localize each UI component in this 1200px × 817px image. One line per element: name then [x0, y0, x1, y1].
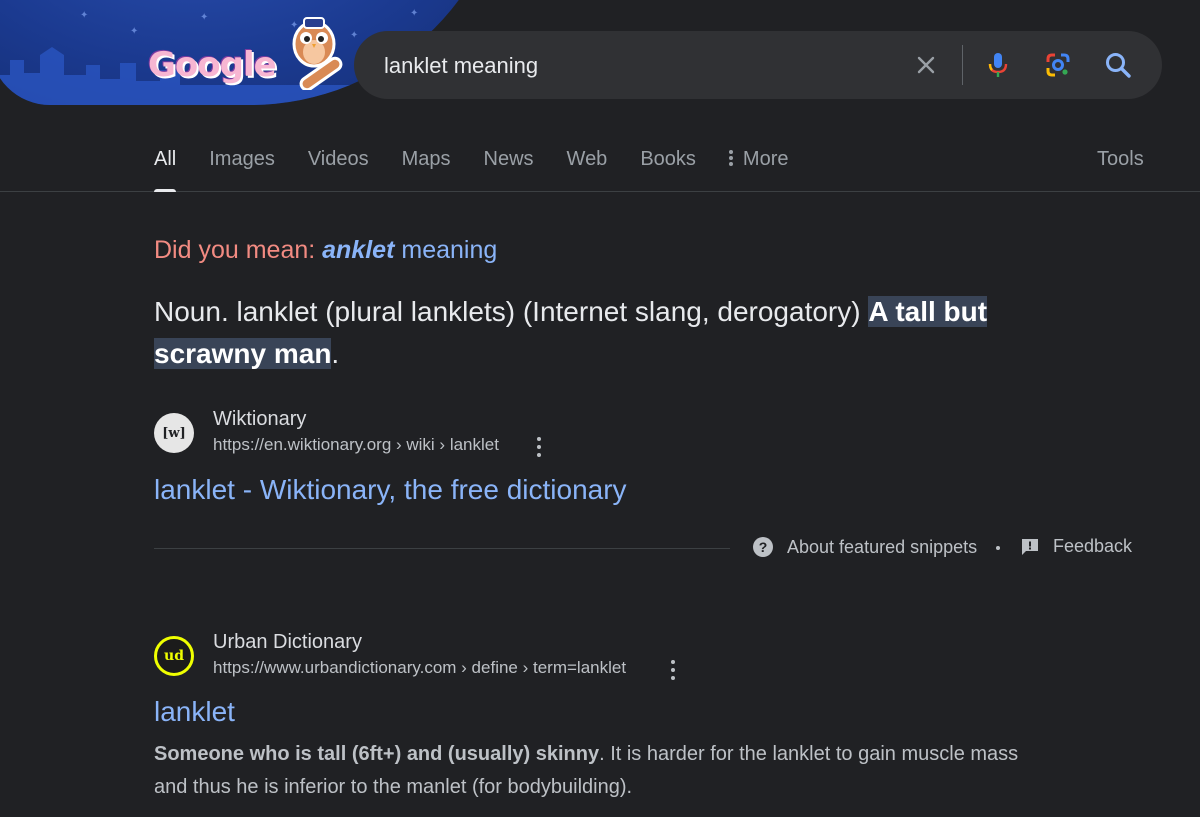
tab-more[interactable]: More — [728, 140, 789, 192]
did-you-mean-label: Did you mean: — [154, 236, 316, 264]
search-divider — [962, 45, 963, 85]
tab-label: Maps — [401, 148, 451, 170]
tab-all[interactable]: All — [154, 140, 177, 192]
close-icon[interactable] — [912, 51, 940, 79]
google-doodle-logo[interactable]: Google — [148, 17, 343, 90]
search-icon[interactable] — [1104, 51, 1132, 79]
featured-snippet-text: Noun. lanklet (plural lanklets) (Interne… — [154, 291, 1074, 375]
source-url: https://www.urbandictionary.com › define… — [213, 658, 627, 677]
search-input[interactable]: lanklet meaning — [384, 53, 538, 79]
doodle-mascot-icon — [292, 17, 343, 90]
result-description: Someone who is tall (6ft+) and (usually)… — [154, 738, 1034, 804]
wiktionary-result-title[interactable]: lanklet - Wiktionary, the free dictionar… — [154, 474, 627, 506]
logo-wordmark: Google — [148, 45, 277, 85]
about-featured-snippets-link[interactable]: ? About featured snippets — [752, 536, 977, 558]
snippet-end: . — [331, 338, 340, 369]
search-box[interactable]: lanklet meaning — [354, 31, 1162, 99]
more-vert-icon[interactable] — [536, 437, 542, 457]
microphone-icon[interactable] — [984, 51, 1012, 79]
search-header: ✦ ✦ ✦ ✦ ✦ ✦ Google lanklet meaning All I… — [0, 0, 1200, 192]
tab-label: Images — [209, 148, 275, 170]
tab-news[interactable]: News — [484, 140, 534, 192]
feedback-label: Feedback — [1053, 536, 1133, 556]
feedback-icon — [1022, 538, 1038, 555]
snippet-plain: Noun. lanklet (plural lanklets) (Interne… — [154, 296, 869, 327]
tab-label: All — [154, 148, 177, 170]
tab-label: More — [742, 148, 789, 170]
did-you-mean-link[interactable]: anklet meaning — [322, 236, 497, 264]
footer-divider — [154, 548, 730, 549]
svg-text:?: ? — [759, 539, 768, 555]
suggestion-bold: anklet — [322, 236, 395, 264]
tools-button[interactable]: Tools — [1097, 148, 1144, 171]
did-you-mean: Did you mean: anklet meaning — [154, 236, 497, 265]
tab-label: News — [483, 148, 534, 170]
tab-images[interactable]: Images — [209, 140, 275, 192]
footer-separator-dot — [996, 546, 1000, 550]
google-lens-icon[interactable] — [1044, 51, 1072, 79]
feedback-link[interactable]: Feedback — [1020, 536, 1132, 557]
source-name: Urban Dictionary — [213, 631, 362, 653]
tab-videos[interactable]: Videos — [308, 140, 369, 192]
more-vert-icon[interactable] — [670, 660, 676, 680]
more-vert-icon — [728, 148, 733, 168]
search-tabs: All Images Videos Maps News Web Books Mo… — [154, 140, 821, 192]
tab-label: Videos — [307, 148, 369, 170]
source-url: https://en.wiktionary.org › wiki › lankl… — [213, 435, 499, 454]
tab-label: Web — [566, 148, 608, 170]
source-name: Wiktionary — [213, 408, 307, 430]
snippet-footer: ? About featured snippets Feedback — [154, 536, 1134, 560]
urban-dictionary-favicon: ud — [154, 636, 194, 676]
suggestion-rest: meaning — [401, 236, 498, 264]
tab-label: Books — [640, 148, 696, 170]
wiktionary-favicon: [w] — [154, 413, 194, 453]
tab-web[interactable]: Web — [567, 140, 608, 192]
description-bold: Someone who is tall (6ft+) and (usually)… — [154, 743, 600, 765]
urban-dictionary-result-title[interactable]: lanklet — [154, 696, 235, 728]
about-label: About featured snippets — [787, 536, 978, 557]
tab-books[interactable]: Books — [640, 140, 696, 192]
tab-maps[interactable]: Maps — [402, 140, 451, 192]
help-circle-icon: ? — [753, 537, 773, 557]
